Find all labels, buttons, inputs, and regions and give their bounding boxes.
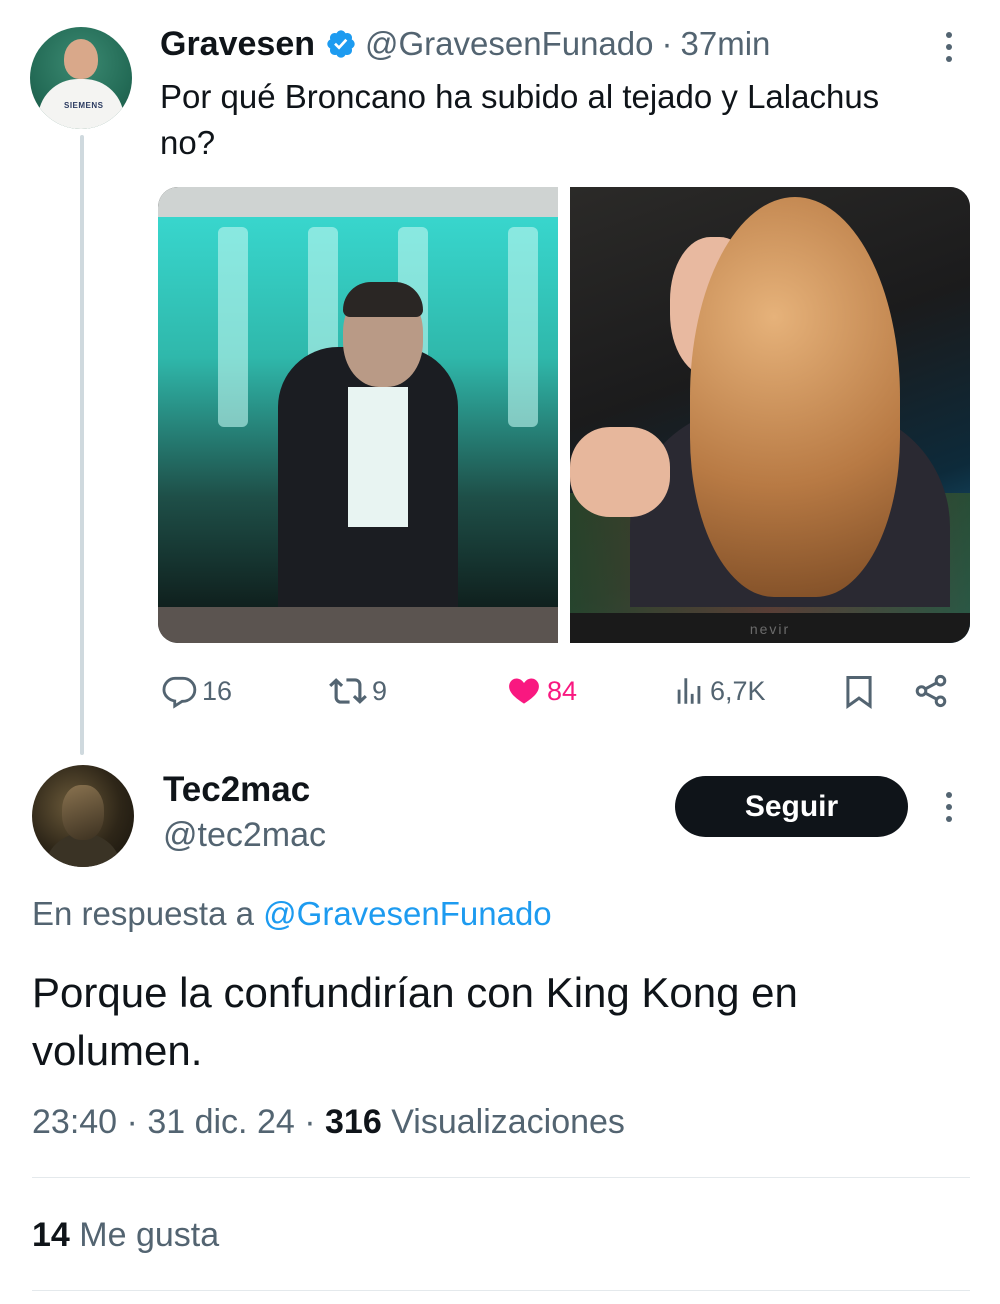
reply-context: En respuesta a @GravesenFunado: [32, 895, 552, 933]
tweet-time[interactable]: 37min: [681, 25, 771, 63]
tweet-text: Porque la confundirían con King Kong en …: [32, 969, 798, 1074]
views-count: 316: [325, 1103, 382, 1141]
like-button[interactable]: 84: [505, 668, 577, 714]
author-name[interactable]: Gravesen: [160, 25, 315, 64]
likes-summary[interactable]: 14 Me gusta: [32, 1216, 219, 1255]
share-button[interactable]: [912, 668, 950, 714]
bookmark-button[interactable]: [840, 668, 878, 714]
reply-count: 16: [202, 675, 233, 706]
bookmark-icon: [840, 672, 878, 710]
author-handle[interactable]: @tec2mac: [163, 816, 326, 855]
reply-prefix: En respuesta a: [32, 895, 254, 932]
avatar-gravesen[interactable]: SIEMENS: [30, 27, 132, 129]
views-label: Visualizaciones: [391, 1103, 625, 1141]
views-icon: [672, 672, 706, 710]
like-count: 84: [547, 675, 578, 706]
tweet-actions: 16 9 84 6,7K: [160, 668, 960, 714]
views-button[interactable]: 6,7K: [672, 668, 766, 714]
avatar-logo-text: SIEMENS: [64, 101, 104, 110]
separator-dot: ·: [661, 25, 673, 62]
tweet-time[interactable]: 23:40: [32, 1103, 117, 1141]
media-photo-right[interactable]: nevir: [570, 187, 970, 643]
reply-button[interactable]: 16: [160, 668, 232, 714]
tv-brand-text: nevir: [749, 621, 791, 637]
reply-mention-link[interactable]: @GravesenFunado: [263, 895, 552, 932]
tweet-date[interactable]: 31 dic. 24: [147, 1103, 294, 1141]
likes-count: 14: [32, 1216, 70, 1254]
retweet-count: 9: [372, 675, 388, 706]
tweet-meta: 23:40 · 31 dic. 24 · 316 Visualizaciones: [32, 1103, 625, 1142]
tweet-header: Gravesen @GravesenFunado · 37min: [160, 24, 770, 64]
views-count: 6,7K: [710, 675, 766, 706]
divider: [32, 1177, 970, 1178]
media-photo-left[interactable]: [158, 187, 558, 643]
thread-line: [80, 135, 84, 755]
heart-icon: [505, 672, 543, 710]
more-icon[interactable]: [942, 32, 956, 62]
author-handle[interactable]: @GravesenFunado: [365, 25, 654, 63]
avatar-tec2mac[interactable]: [32, 765, 134, 867]
reply-icon: [160, 672, 198, 710]
tweet-media[interactable]: nevir: [158, 187, 970, 643]
retweet-button[interactable]: 9: [328, 668, 387, 714]
share-icon: [912, 672, 950, 710]
verified-badge-icon: [325, 28, 357, 60]
author-name[interactable]: Tec2mac: [163, 770, 310, 810]
separator-dot: ·: [126, 1103, 138, 1141]
follow-button[interactable]: Seguir: [675, 776, 908, 837]
more-icon[interactable]: [942, 792, 956, 822]
likes-label: Me gusta: [79, 1216, 220, 1254]
tweet-text: Por qué Broncano ha subido al tejado y L…: [160, 78, 880, 161]
retweet-icon: [328, 672, 368, 710]
separator-dot: ·: [304, 1103, 316, 1141]
divider: [32, 1290, 970, 1291]
